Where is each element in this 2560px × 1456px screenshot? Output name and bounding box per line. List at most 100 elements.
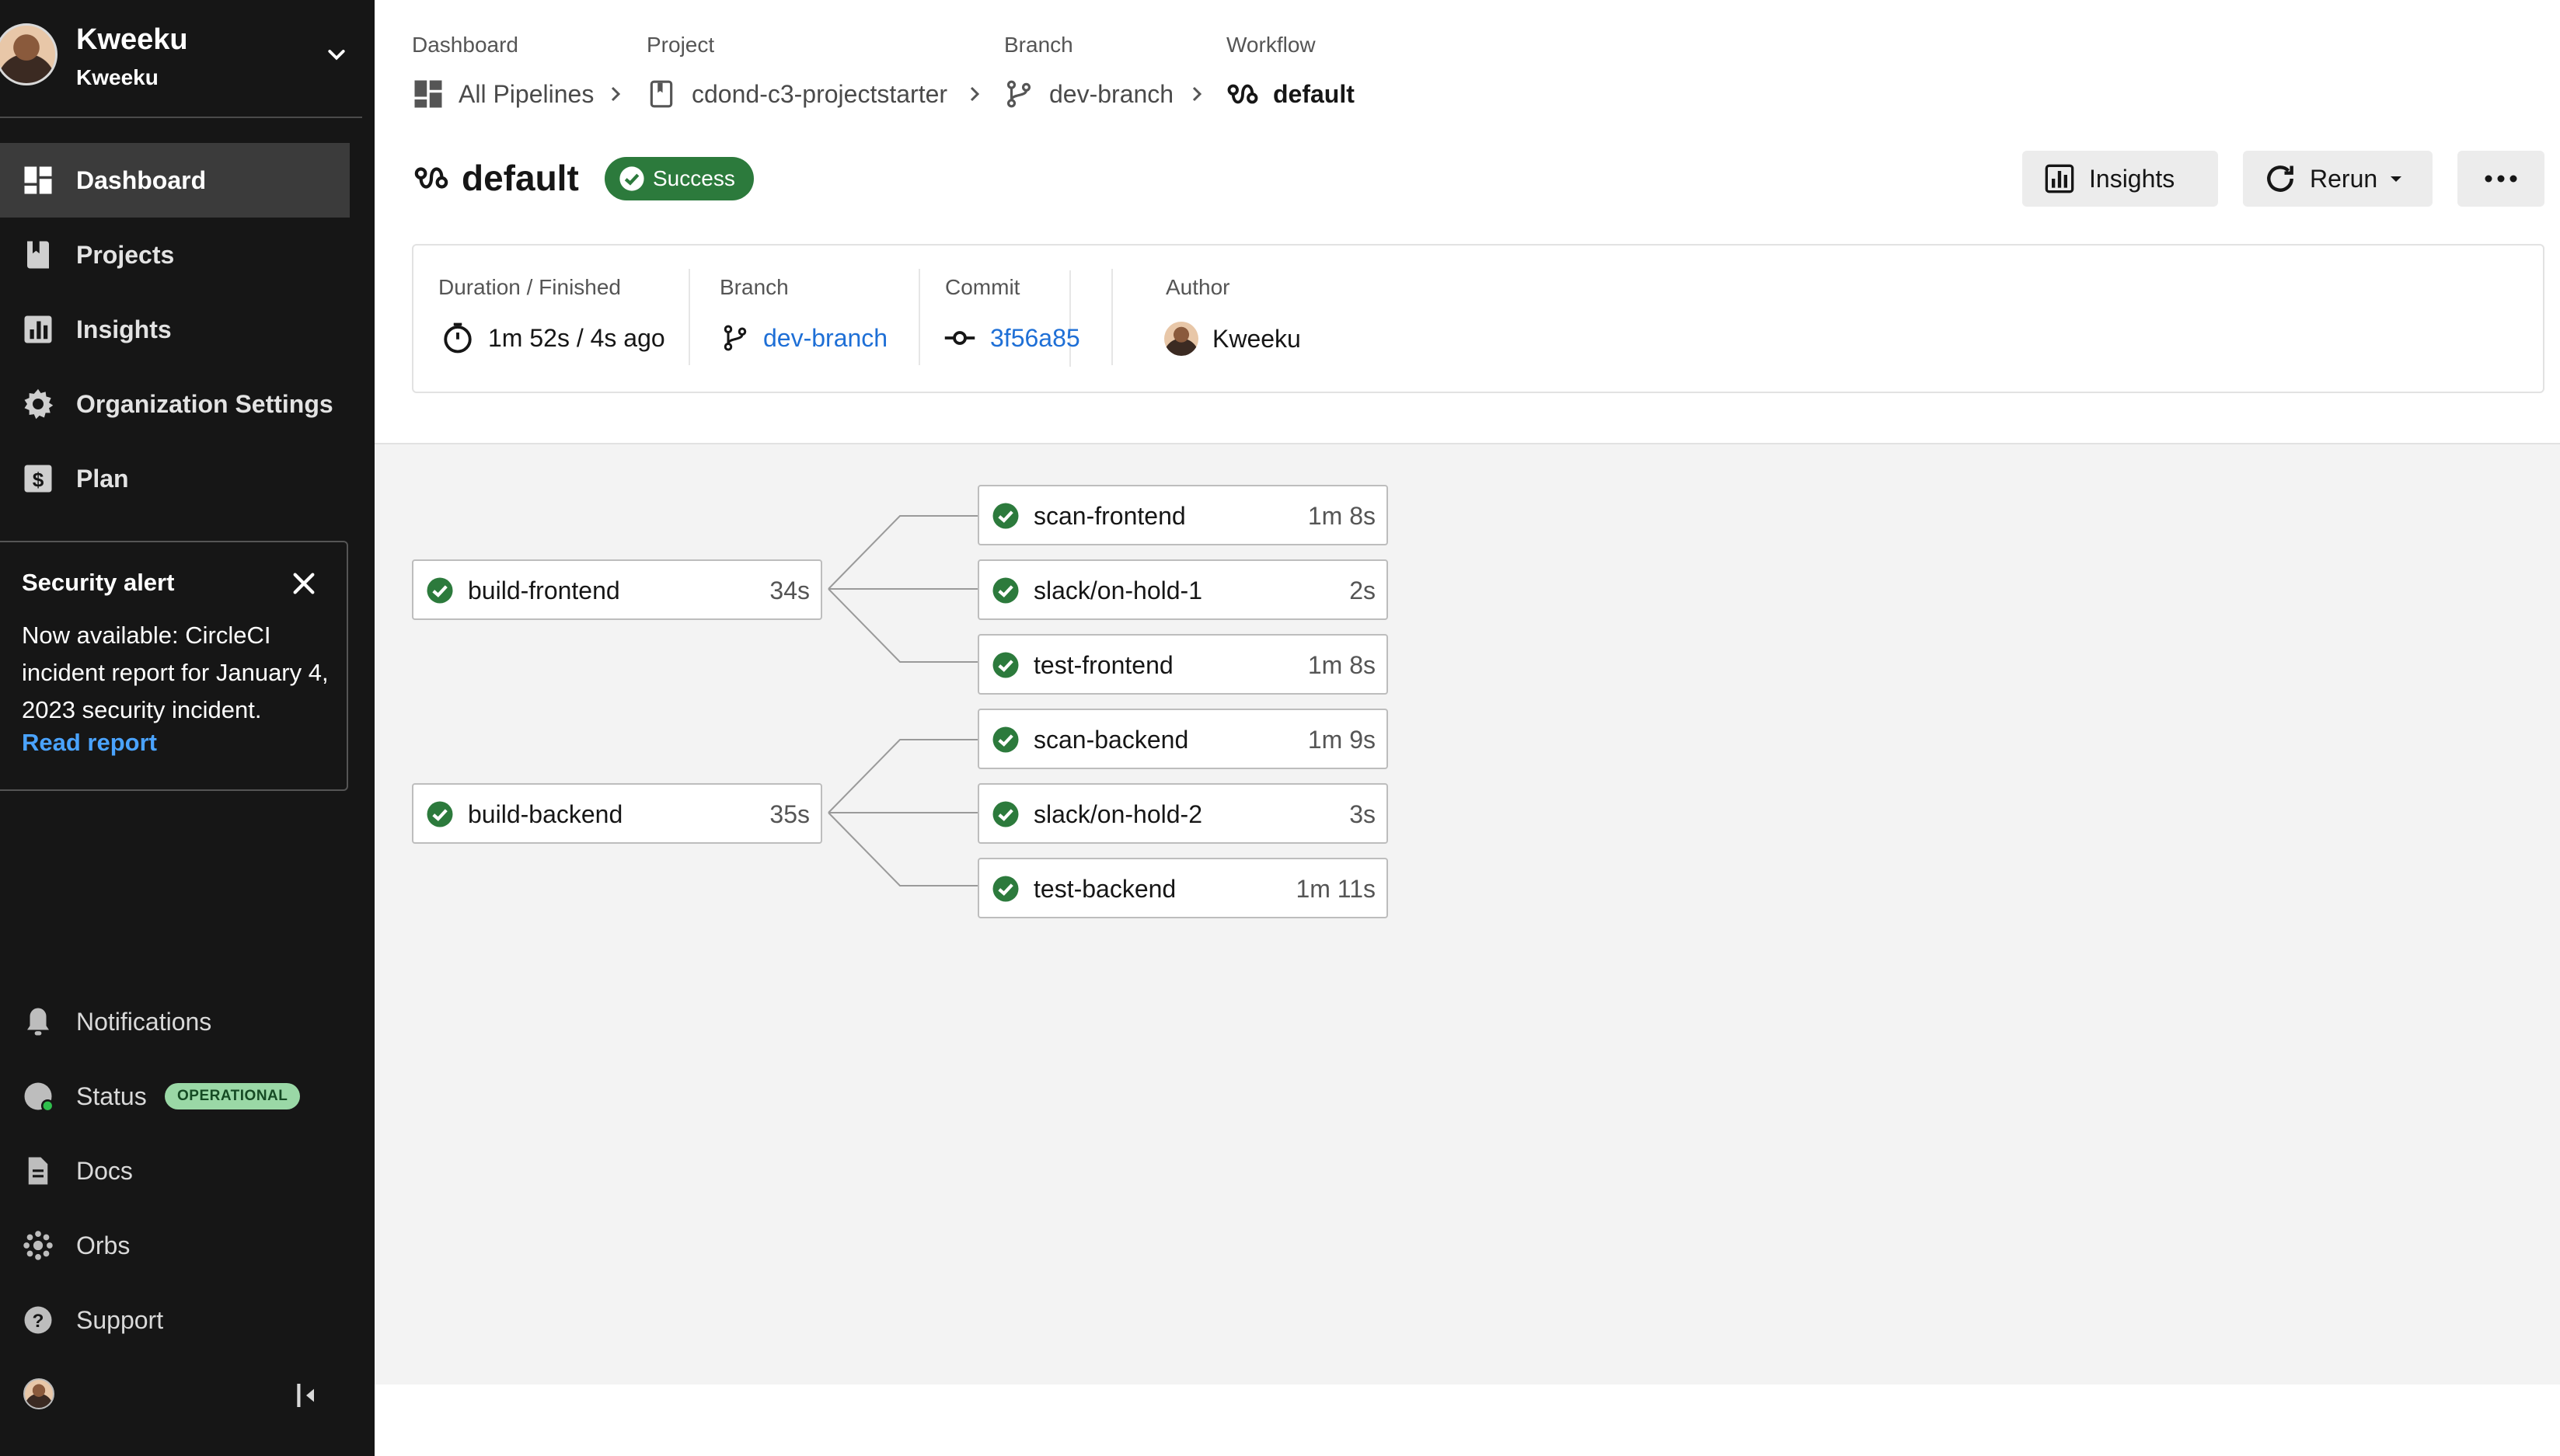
collapse-sidebar-icon[interactable] [291,1380,322,1411]
workflow-title: default [462,158,579,198]
breadcrumb-project[interactable]: cdond-c3-projectstarter [647,78,947,110]
job-duration: 1m 8s [1307,651,1376,679]
workflow-icon [414,167,448,189]
job-slack-on-hold-1[interactable]: slack/on-hold-1 2s [978,559,1388,620]
sidebar-item-label: Organization Settings [76,389,333,418]
insights-icon [2045,164,2074,193]
author-label: Author [1166,275,1230,299]
workflow-graph: build-frontend 34s build-backend 35s sca… [375,443,2560,1385]
sidebar-item-projects[interactable]: Projects [0,218,350,292]
job-duration: 1m 11s [1296,875,1376,903]
status-badge: Success [605,157,754,200]
breadcrumb-label: Dashboard [412,33,518,57]
commit-value[interactable]: 3f56a85 [943,322,1080,354]
chevron-right-icon [611,86,621,102]
job-duration: 1m 9s [1307,726,1376,754]
duration-label: Duration / Finished [438,275,622,299]
sidebar: Kweeku Kweeku Dashboard Projects Insight… [0,0,375,1456]
chevron-right-icon [970,86,980,102]
security-alert: Security alert Now available: CircleCI i… [0,541,348,791]
job-duration: 3s [1349,800,1376,828]
branch-icon [724,325,747,351]
sidebar-item-label: Insights [76,315,172,343]
bell-icon [27,1008,49,1036]
divider [689,269,690,365]
alert-title: Security alert [22,569,175,596]
dashboard-icon [24,166,52,194]
rerun-button-label: Rerun [2310,164,2378,193]
sidebar-item-notifications[interactable]: Notifications [0,987,350,1057]
job-build-frontend[interactable]: build-frontend 34s [412,559,822,620]
job-name: slack/on-hold-2 [1034,800,1202,828]
sidebar-item-label: Status [76,1082,147,1110]
insights-button[interactable]: Insights [2022,151,2218,207]
breadcrumb-value: dev-branch [1049,79,1174,108]
sidebar-item-insights[interactable]: Insights [0,292,350,367]
workflow-info-card: Duration / Finished 1m 52s / 4s ago Bran… [412,244,2544,393]
check-circle-icon [992,876,1019,902]
rerun-button[interactable]: Rerun [2243,151,2433,207]
insights-button-label: Insights [2089,164,2175,193]
sidebar-item-status[interactable]: Status OPERATIONAL [0,1061,350,1131]
chevron-down-icon[interactable] [325,44,348,67]
job-duration: 35s [769,800,810,828]
breadcrumb-branch[interactable]: dev-branch [1004,78,1174,110]
status-icon [24,1082,54,1113]
sidebar-item-label: Orbs [76,1231,131,1259]
job-name: slack/on-hold-1 [1034,576,1202,604]
divider [919,269,920,365]
job-slack-on-hold-2[interactable]: slack/on-hold-2 3s [978,783,1388,844]
sidebar-item-plan[interactable]: $ Plan [0,441,350,516]
check-circle-icon [992,577,1019,604]
job-test-frontend[interactable]: test-frontend 1m 8s [978,634,1388,695]
breadcrumb-all-pipelines[interactable]: All Pipelines [412,78,594,110]
close-icon[interactable] [291,570,317,597]
commit-label: Commit [945,275,1020,299]
sidebar-item-label: Plan [76,464,129,493]
dollar-icon: $ [24,465,52,493]
svg-text:$: $ [33,468,44,492]
avatar [0,23,58,85]
sidebar-item-dashboard[interactable]: Dashboard [0,143,350,218]
breadcrumb-label: Branch [1004,33,1073,57]
job-name: build-frontend [468,576,620,604]
org-switcher[interactable]: Kweeku Kweeku [0,0,362,118]
job-name: build-backend [468,800,623,828]
workflow-icon [1227,84,1258,104]
more-horizontal-icon [2485,175,2517,183]
breadcrumb-label: Workflow [1226,33,1316,57]
chevron-right-icon [1192,86,1202,102]
help-icon: ? [24,1306,52,1334]
user-avatar[interactable] [23,1378,54,1409]
sidebar-item-orbs[interactable]: Orbs [0,1210,350,1280]
sidebar-item-docs[interactable]: Docs [0,1136,350,1206]
breadcrumb-value: default [1273,79,1355,108]
sidebar-item-support[interactable]: ? Support [0,1285,350,1355]
breadcrumb-value: cdond-c3-projectstarter [692,79,948,108]
job-name: scan-backend [1034,726,1189,754]
branch-label: Branch [720,275,789,299]
dashboard-icon [414,80,442,108]
sidebar-item-organization-settings[interactable]: Organization Settings [0,367,350,441]
commit-icon [944,331,975,345]
org-name: Kweeku [76,65,159,89]
job-duration: 2s [1349,576,1376,604]
breadcrumb-value: All Pipelines [459,79,595,108]
read-report-link[interactable]: Read report [22,729,157,757]
more-options-button[interactable] [2457,151,2544,207]
sidebar-item-label: Notifications [76,1007,212,1036]
sidebar-item-label: Projects [76,240,175,269]
breadcrumb-workflow[interactable]: default [1226,78,1355,110]
job-scan-backend[interactable]: scan-backend 1m 9s [978,709,1388,769]
job-build-backend[interactable]: build-backend 35s [412,783,822,844]
divider [1111,269,1113,365]
branch-value[interactable]: dev-branch [721,322,888,354]
caret-down-icon [2391,176,2402,182]
check-circle-icon [992,726,1019,753]
job-test-backend[interactable]: test-backend 1m 11s [978,858,1388,918]
job-duration: 1m 8s [1307,502,1376,530]
job-name: test-backend [1034,875,1177,903]
job-scan-frontend[interactable]: scan-frontend 1m 8s [978,485,1388,545]
orbs-icon [23,1231,53,1260]
page-title: default [413,157,579,199]
